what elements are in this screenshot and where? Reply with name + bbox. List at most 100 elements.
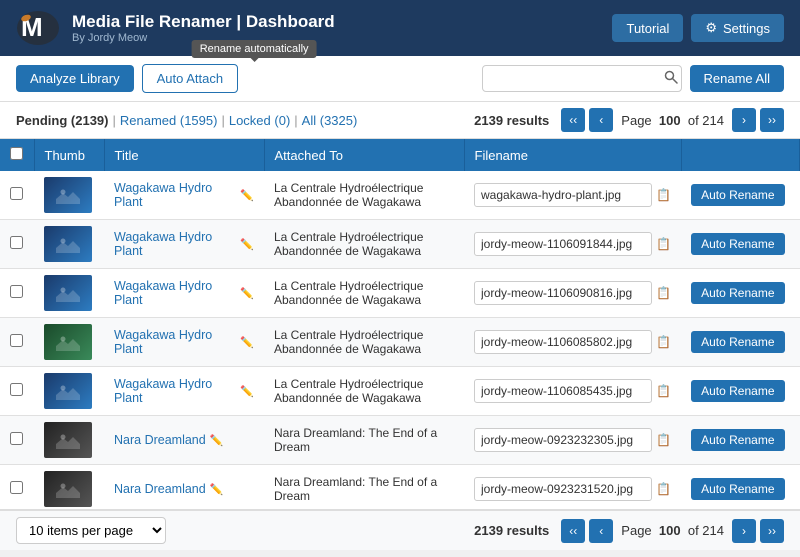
copy-icon[interactable]: 📋 <box>656 335 671 349</box>
tutorial-button[interactable]: Tutorial <box>612 14 683 42</box>
thumb-cell <box>34 171 104 220</box>
filename-input[interactable] <box>474 428 652 452</box>
prev-page-button[interactable]: ‹ <box>589 108 613 132</box>
table-row: Nara Dreamland ✏️ Nara Dreamland: The En… <box>0 416 800 465</box>
edit-icon[interactable]: ✏️ <box>210 434 224 447</box>
thumb-cell <box>34 416 104 465</box>
edit-icon[interactable]: ✏️ <box>240 287 254 300</box>
title-cell: Nara Dreamland ✏️ <box>104 416 264 465</box>
title-text[interactable]: Nara Dreamland <box>114 433 206 447</box>
settings-button[interactable]: ⚙ Settings <box>691 14 784 42</box>
attached-cell: La Centrale Hydroélectrique Abandonnée d… <box>264 367 464 416</box>
row-checkbox[interactable] <box>10 187 23 200</box>
first-page-button[interactable]: ‹‹ <box>561 108 585 132</box>
filename-input[interactable] <box>474 477 652 501</box>
edit-icon[interactable]: ✏️ <box>240 238 254 251</box>
table-header: Thumb Title Attached To Filename <box>0 139 800 171</box>
footer-first-page-button[interactable]: ‹‹ <box>561 519 585 543</box>
filename-cell: 📋 <box>464 416 681 465</box>
settings-label: Settings <box>723 21 770 36</box>
filename-input[interactable] <box>474 232 652 256</box>
thumbnail <box>44 177 92 213</box>
auto-rename-button[interactable]: Auto Rename <box>691 233 784 255</box>
auto-rename-button[interactable]: Auto Rename <box>691 380 784 402</box>
auto-rename-button[interactable]: Auto Rename <box>691 184 784 206</box>
title-text[interactable]: Nara Dreamland <box>114 482 206 496</box>
filter-renamed[interactable]: Renamed (1595) <box>120 113 218 128</box>
search-icon-button[interactable] <box>664 70 678 87</box>
filename-cell: 📋 <box>464 220 681 269</box>
footer-last-page-button[interactable]: ›› <box>760 519 784 543</box>
title-text[interactable]: Wagakawa Hydro Plant <box>114 328 236 356</box>
thumb-cell <box>34 318 104 367</box>
thumb-cell <box>34 220 104 269</box>
filename-input[interactable] <box>474 330 652 354</box>
filename-cell: 📋 <box>464 465 681 510</box>
edit-icon[interactable]: ✏️ <box>210 483 224 496</box>
auto-rename-button[interactable]: Auto Rename <box>691 429 784 451</box>
row-checkbox[interactable] <box>10 481 23 494</box>
auto-rename-button[interactable]: Auto Rename <box>691 331 784 353</box>
analyze-library-button[interactable]: Analyze Library <box>16 65 134 92</box>
search-icon <box>664 70 678 84</box>
filter-locked[interactable]: Locked (0) <box>229 113 290 128</box>
header: M Media File Renamer | Dashboard By Jord… <box>0 0 800 56</box>
last-page-button[interactable]: ›› <box>760 108 784 132</box>
copy-icon[interactable]: 📋 <box>656 482 671 496</box>
row-checkbox[interactable] <box>10 383 23 396</box>
title-text[interactable]: Wagakawa Hydro Plant <box>114 279 236 307</box>
next-page-button[interactable]: › <box>732 108 756 132</box>
row-checkbox[interactable] <box>10 334 23 347</box>
table-row: Wagakawa Hydro Plant ✏️ La Centrale Hydr… <box>0 269 800 318</box>
footer-results-count: 2139 results <box>474 523 549 538</box>
auto-rename-button[interactable]: Auto Rename <box>691 478 784 500</box>
title-column-header: Title <box>104 139 264 171</box>
filters-bar: Pending (2139) | Renamed (1595) | Locked… <box>0 102 800 139</box>
action-cell: Auto Rename <box>681 367 799 416</box>
title-text[interactable]: Wagakawa Hydro Plant <box>114 377 236 405</box>
rename-all-button[interactable]: Rename All <box>690 65 784 92</box>
filename-column-header: Filename <box>464 139 681 171</box>
copy-icon[interactable]: 📋 <box>656 237 671 251</box>
attached-cell: La Centrale Hydroélectrique Abandonnée d… <box>264 269 464 318</box>
page-info: Page 100 of 214 <box>621 113 724 128</box>
footer-prev-page-button[interactable]: ‹ <box>589 519 613 543</box>
copy-icon[interactable]: 📋 <box>656 433 671 447</box>
search-input[interactable] <box>482 65 682 92</box>
filename-input[interactable] <box>474 379 652 403</box>
row-checkbox-cell <box>0 318 34 367</box>
copy-icon[interactable]: 📋 <box>656 286 671 300</box>
title-cell: Nara Dreamland ✏️ <box>104 465 264 510</box>
filename-cell: 📋 <box>464 367 681 416</box>
row-checkbox[interactable] <box>10 432 23 445</box>
select-all-checkbox[interactable] <box>10 147 23 160</box>
auto-rename-button[interactable]: Auto Rename <box>691 282 784 304</box>
attached-cell: La Centrale Hydroélectrique Abandonnée d… <box>264 171 464 220</box>
thumbnail <box>44 275 92 311</box>
row-checkbox[interactable] <box>10 285 23 298</box>
copy-icon[interactable]: 📋 <box>656 188 671 202</box>
attached-cell: Nara Dreamland: The End of a Dream <box>264 416 464 465</box>
per-page-select[interactable]: 10 items per page25 items per page50 ite… <box>16 517 166 544</box>
auto-attach-button[interactable]: Auto Attach <box>142 64 239 93</box>
select-all-header[interactable] <box>0 139 34 171</box>
rename-automatically-tooltip: Rename automatically <box>192 40 317 58</box>
copy-icon[interactable]: 📋 <box>656 384 671 398</box>
title-text[interactable]: Wagakawa Hydro Plant <box>114 230 236 258</box>
table-row: Wagakawa Hydro Plant ✏️ La Centrale Hydr… <box>0 220 800 269</box>
edit-icon[interactable]: ✏️ <box>240 189 254 202</box>
row-checkbox[interactable] <box>10 236 23 249</box>
edit-icon[interactable]: ✏️ <box>240 336 254 349</box>
filter-all[interactable]: All (3325) <box>302 113 358 128</box>
filter-links: Pending (2139) | Renamed (1595) | Locked… <box>16 113 357 128</box>
filter-pending[interactable]: Pending (2139) <box>16 113 108 128</box>
filename-cell: 📋 <box>464 269 681 318</box>
filename-input[interactable] <box>474 281 652 305</box>
title-text[interactable]: Wagakawa Hydro Plant <box>114 181 236 209</box>
filename-input[interactable] <box>474 183 652 207</box>
files-table: Thumb Title Attached To Filename Wagakaw… <box>0 139 800 509</box>
footer-next-page-button[interactable]: › <box>732 519 756 543</box>
results-count: 2139 results <box>474 113 549 128</box>
app-title: Media File Renamer | Dashboard <box>72 12 335 32</box>
edit-icon[interactable]: ✏️ <box>240 385 254 398</box>
